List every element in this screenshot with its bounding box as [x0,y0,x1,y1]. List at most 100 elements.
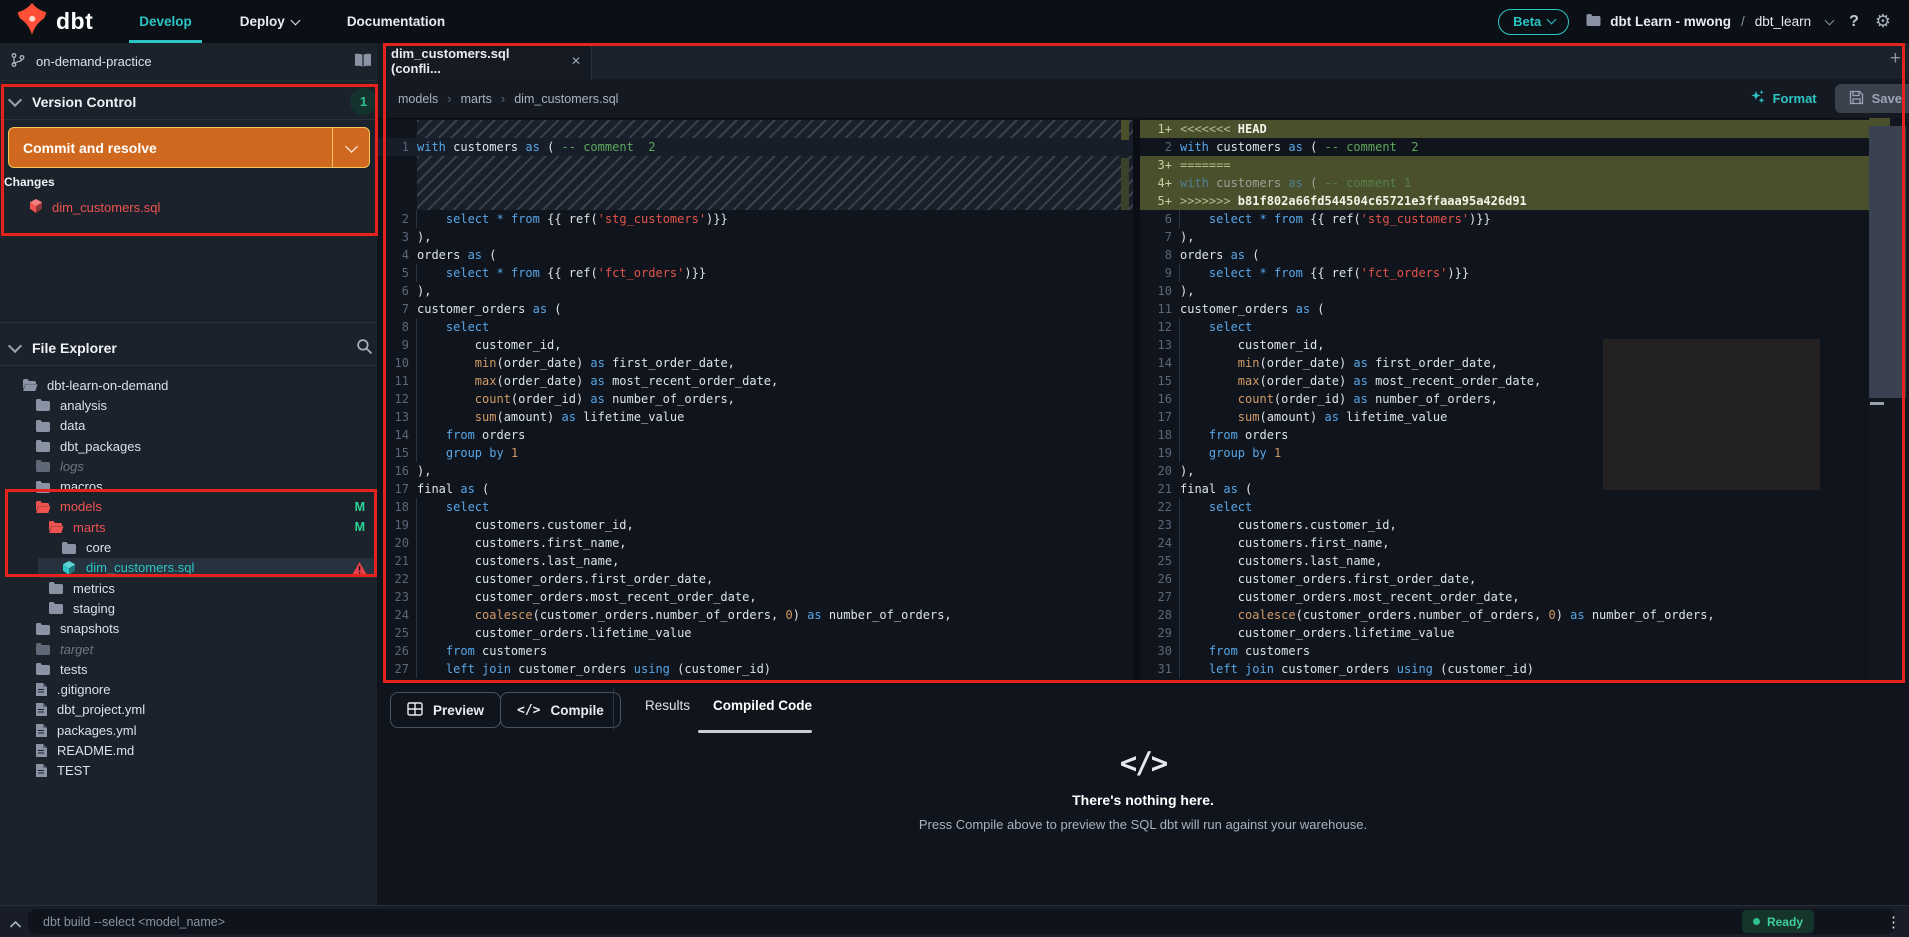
compile-label: Compile [550,702,604,718]
beta-dropdown[interactable]: Beta [1498,8,1570,35]
tree-item-readme-md[interactable]: README.md [0,740,377,760]
line-number: 5 [401,266,409,280]
file-icon [35,743,48,758]
file-explorer-header[interactable]: File Explorer [0,330,387,365]
tree-item-marts[interactable]: marts M [0,517,377,537]
code-line: 7), [1140,228,1869,246]
git-branch-selector[interactable]: on-demand-practice [0,43,387,81]
changed-file-name: dim_customers.sql [52,199,161,215]
commit-button-label[interactable]: Commit and resolve [9,128,332,167]
code-line: 8 select [377,318,1133,336]
compile-button[interactable]: </> Compile [500,692,621,728]
nav-deploy[interactable]: Deploy [216,0,323,43]
commit-and-resolve-button[interactable]: Commit and resolve [8,127,370,168]
folder-icon [35,419,51,433]
nav-develop[interactable]: Develop [115,0,216,43]
line-number: 30 [1157,644,1172,658]
line-number: 6 [401,284,409,298]
gear-icon[interactable]: ⚙ [1875,11,1891,32]
line-number: 4+ [1157,176,1172,190]
line-number: 1 [401,140,409,154]
kebab-menu-icon[interactable]: ⋮ [1886,913,1901,931]
folder-icon [35,480,51,494]
code-line: 30 from customers [1140,642,1869,660]
code-icon: </> [1119,746,1168,780]
account-name: dbt Learn - mwong [1610,14,1732,29]
editor-pane-working[interactable]: 1 with customers as ( -- comment 2 2 selec… [377,118,1133,682]
sidebar: on-demand-practice Version Control 1 Com… [0,43,393,905]
tree-item-label: dbt_packages [60,438,141,454]
project-switcher[interactable]: dbt Learn - mwong / dbt_learn [1585,13,1835,30]
tree-item-tests[interactable]: tests [0,659,377,679]
line-number: 19 [1157,446,1172,460]
tree-item-models[interactable]: models M [0,497,377,517]
nav-documentation[interactable]: Documentation [323,0,469,43]
tree-item-staging[interactable]: staging [0,598,377,618]
line-number: 26 [394,644,409,658]
tree-item-metrics[interactable]: metrics [0,578,377,598]
tab-title: dim_customers.sql (confli... [391,46,510,76]
scrollbar-conflict-mark [1121,158,1129,210]
line-number: 26 [1157,572,1172,586]
folder-icon [35,662,51,676]
tree-item-packages-yml[interactable]: packages.yml [0,720,377,740]
search-icon[interactable] [356,338,373,358]
tree-item-dbt-project-yml[interactable]: dbt_project.yml [0,700,377,720]
pane-divider[interactable] [1133,118,1140,682]
tree-item-analysis[interactable]: analysis [0,395,377,415]
help-icon[interactable]: ? [1849,13,1859,31]
dbt-logo[interactable]: dbt [0,0,115,43]
editor-tabbar: dim_customers.sql (confli... ✕ + [377,43,1909,79]
tree-item-test[interactable]: TEST [0,761,377,781]
tree-item-logs[interactable]: logs [0,456,377,476]
line-number: 12 [394,392,409,406]
tree-item-dbt-packages[interactable]: dbt_packages [0,436,377,456]
folder-icon [1585,13,1602,30]
docs-book-icon[interactable] [353,53,373,72]
tree-item-label: logs [60,458,84,474]
line-number: 19 [394,518,409,532]
save-label: Save [1871,91,1902,106]
code-line: 2 select * from {{ ref('stg_customers')}… [377,210,1133,228]
code-line: 24 customers.first_name, [1140,534,1869,552]
line-number: 10 [1157,284,1172,298]
tab-compiled-code[interactable]: Compiled Code [713,698,812,713]
tree-item-data[interactable]: data [0,416,377,436]
preview-button[interactable]: Preview [390,692,502,728]
tree-item-label: packages.yml [57,722,137,738]
line-number: 13 [394,410,409,424]
commit-dropdown-toggle[interactable] [332,128,369,167]
code-line: 9 select * from {{ ref('fct_orders')}} [1140,264,1869,282]
tree-item-snapshots[interactable]: snapshots [0,619,377,639]
tab-results[interactable]: Results [645,698,690,713]
code-line: 12 count(order_id) as number_of_orders, [377,390,1133,408]
version-control-header[interactable]: Version Control 1 [0,84,387,119]
save-button[interactable]: Save [1834,84,1909,113]
code-line: 16), [377,462,1133,480]
file-tree: dbt-learn-on-demand analysis data dbt_packa… [0,375,377,781]
close-icon[interactable]: ✕ [571,54,581,68]
code-line: 3+ ======= [1140,156,1869,174]
modified-badge: M [354,520,365,535]
tree-item--gitignore[interactable]: .gitignore [0,679,377,699]
command-input[interactable]: dbt build --select <model_name> [28,909,1895,934]
new-tab-icon[interactable]: + [1890,48,1901,70]
changed-file-row[interactable]: dim_customers.sql [0,195,405,219]
tree-item-dbt-learn-on-demand[interactable]: dbt-learn-on-demand [0,375,377,395]
scrollbar-thumb[interactable] [1869,126,1906,398]
empty-state-subtitle: Press Compile above to preview the SQL d… [918,817,1368,832]
tree-item-dim-customers-sql[interactable]: dim_customers.sql [0,557,377,579]
line-number: 27 [394,662,409,676]
line-number: 21 [394,554,409,568]
chevron-up-icon[interactable] [9,916,22,934]
tab-dim-customers[interactable]: dim_customers.sql (confli... ✕ [377,43,592,79]
tree-item-macros[interactable]: macros [0,476,377,496]
line-number: 23 [1157,518,1172,532]
changes-label: Changes [4,175,55,189]
format-label: Format [1772,91,1817,106]
chevron-down-icon [344,139,358,153]
sparkles-icon [1750,89,1766,108]
tree-item-core[interactable]: core [0,537,377,557]
format-button[interactable]: Format [1750,89,1817,108]
tree-item-target[interactable]: target [0,639,377,659]
